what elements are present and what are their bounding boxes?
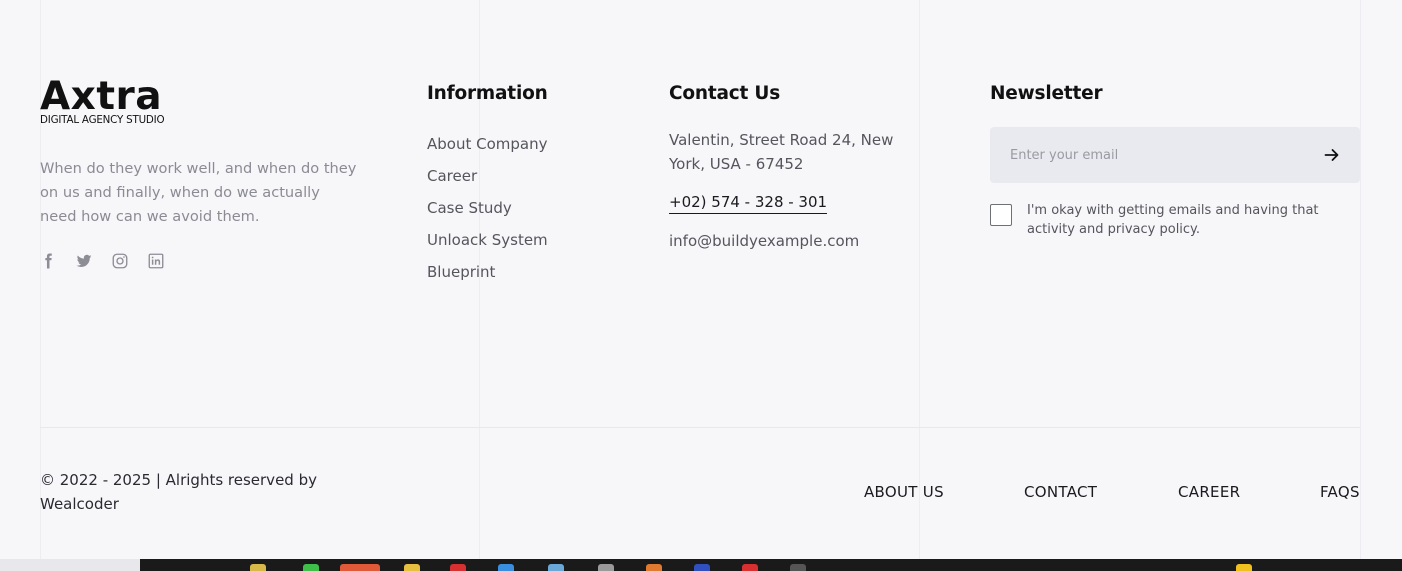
newsletter-submit-button[interactable] — [1304, 127, 1360, 183]
facebook-icon[interactable] — [38, 251, 58, 271]
newsletter-heading: Newsletter — [990, 83, 1103, 104]
app-icon[interactable] — [790, 564, 806, 571]
brand-logo[interactable]: Axtra DIGITAL AGENCY STUDIO — [40, 74, 165, 126]
arrow-right-icon — [1324, 149, 1339, 161]
newsletter-email-input[interactable] — [990, 147, 1304, 163]
logo-text: Axtra — [40, 74, 163, 119]
contact-phone-link[interactable]: +02) 574 - 328 - 301 — [669, 191, 828, 214]
link-career[interactable]: Career — [427, 160, 548, 192]
app-icon[interactable] — [598, 564, 614, 571]
social-links — [38, 251, 166, 271]
app-icon[interactable] — [548, 564, 564, 571]
linkedin-icon[interactable] — [146, 251, 166, 271]
tray-icon[interactable] — [1236, 564, 1252, 571]
link-case-study[interactable]: Case Study — [427, 192, 548, 224]
app-icon[interactable] — [742, 564, 758, 571]
app-icon[interactable] — [498, 564, 514, 571]
app-icon[interactable] — [694, 564, 710, 571]
footer-divider — [40, 427, 1360, 428]
bottom-nav-career[interactable]: CAREER — [1178, 481, 1240, 503]
app-icon[interactable] — [303, 564, 319, 571]
grid-line — [1360, 0, 1361, 559]
information-links: About Company Career Case Study Unloack … — [427, 128, 548, 288]
os-taskbar — [0, 559, 1402, 571]
contact-heading: Contact Us — [669, 83, 781, 104]
contact-email-link[interactable]: info@buildyexample.com — [669, 230, 859, 252]
twitter-icon[interactable] — [74, 251, 94, 271]
consent-label: I'm okay with getting emails and having … — [1027, 203, 1319, 237]
app-icon[interactable] — [404, 564, 420, 571]
app-icon[interactable] — [646, 564, 662, 571]
grid-line — [919, 0, 920, 559]
app-icon-active[interactable] — [340, 564, 380, 571]
app-icon[interactable] — [250, 564, 266, 571]
bottom-nav-about-us[interactable]: ABOUT US — [864, 481, 944, 503]
logo-subtitle: DIGITAL AGENCY STUDIO — [40, 114, 165, 126]
copyright-text: © 2022 - 2025 | Alrights reserved by Wea… — [40, 471, 317, 513]
bottom-nav-contact[interactable]: CONTACT — [1024, 481, 1097, 503]
link-about-company[interactable]: About Company — [427, 128, 548, 160]
app-icon[interactable] — [450, 564, 466, 571]
taskbar-start-area[interactable] — [0, 559, 140, 571]
consent-checkbox[interactable] — [990, 204, 1012, 226]
newsletter-form — [990, 127, 1360, 183]
newsletter-consent: I'm okay with getting emails and having … — [990, 201, 1362, 239]
bottom-nav-faqs[interactable]: FAQS — [1320, 481, 1360, 503]
brand-description: When do they work well, and when do they… — [40, 160, 357, 225]
information-heading: Information — [427, 83, 548, 104]
link-unloack-system[interactable]: Unloack System — [427, 224, 548, 256]
instagram-icon[interactable] — [110, 251, 130, 271]
link-blueprint[interactable]: Blueprint — [427, 256, 548, 288]
contact-address: Valentin, Street Road 24, New York, USA … — [669, 131, 894, 173]
